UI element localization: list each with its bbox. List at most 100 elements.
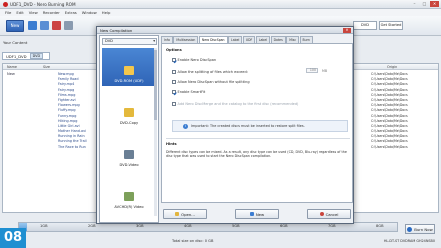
maximize-button[interactable]: □ [420,1,429,7]
new-label: New [255,211,265,217]
menu-view[interactable]: View [29,10,38,15]
tab-nero-discspan[interactable]: Nero DiscSpan [198,36,228,43]
origin-cell: C:\Users\Data\Me\Docs [371,108,408,113]
tab-info[interactable]: Info [161,36,173,43]
new-button[interactable]: New [235,209,279,219]
capacity-tick: 8GB [376,224,384,228]
tab-label-2[interactable]: Label [255,36,271,43]
origin-cell: C:\Users\Data\Me\Docs [371,118,408,123]
important-note: i Important: The created discs must be i… [172,120,348,132]
get-started-button[interactable]: Get Started [379,21,403,30]
checkbox[interactable] [172,80,176,84]
compilation-tab[interactable]: UDF1_DVD DVD [2,52,50,60]
disc-type-value: DVD [105,39,113,43]
option-without-splitting[interactable]: Allow Nero DiscSpan without file splitti… [172,80,250,84]
step-number-badge: 08 [0,228,26,248]
origin-cell: C:\Users\Data\Me\Docs [371,72,408,76]
capacity-tick: 2GB [88,224,96,228]
note-text: Important: The created discs must be ins… [191,124,305,128]
type-dvd-video[interactable]: DVD-Video [102,132,156,170]
close-window-button[interactable]: ✕ [430,1,439,7]
list-item[interactable]: Running the Trail [58,139,87,143]
copy-icon[interactable] [64,21,73,30]
tab-udf[interactable]: UDF [242,36,256,43]
type-avchd-video[interactable]: AVCHD(R) Video [102,174,156,212]
split-size-input[interactable]: 100 [306,68,318,73]
checkbox[interactable] [172,70,176,74]
compilation-type-panel: DVD ▾ DVD-ROM (UDF) DVD-Copy DVD-Video A… [99,35,159,223]
tree-root[interactable]: New [7,72,15,76]
disc-copy-icon [124,108,134,117]
option-label: Enable SmartFit [177,90,206,94]
new-compilation-button[interactable]: New [6,20,24,32]
nero-logo-icon [3,1,8,7]
list-item[interactable]: Funny.mpg [58,114,87,118]
option-enable-discspan[interactable]: Enable Nero DiscSpan [172,58,216,62]
header-size[interactable]: Size [43,65,50,69]
menu-window[interactable]: Window [82,10,97,15]
content-label: Your Content [3,40,28,45]
list-item[interactable]: Fairy.mp4 [58,82,87,86]
checkbox[interactable] [172,90,176,94]
origin-cell: C:\Users\Data\Me\Docs [371,129,408,134]
list-item[interactable]: Fairy.mpg [58,88,87,92]
burn-now-button[interactable]: Burn Now [405,224,435,234]
cancel-button[interactable]: Cancel [307,209,351,219]
header-origin[interactable]: Origin [387,65,397,69]
menu-file[interactable]: File [5,10,11,15]
type-list-scrollbar[interactable] [154,48,157,216]
type-dvd-copy[interactable]: DVD-Copy [102,90,156,128]
list-item[interactable]: Films.mpg [58,93,87,97]
hint-text: Different disc types can be mixed. As a … [166,150,347,159]
list-item[interactable]: Running in Rain [58,134,87,138]
section-divider [166,138,350,139]
list-item[interactable]: The Race to Run [58,145,87,149]
open-button[interactable]: Open... [163,209,207,219]
tab-misc[interactable]: Misc [286,36,300,43]
tab-multisession[interactable]: Multisession [173,36,199,43]
menu-edit[interactable]: Edit [16,10,23,15]
type-dvd-rom-udf[interactable]: DVD-ROM (UDF) [102,48,156,86]
minimize-button[interactable]: – [410,1,419,7]
checkbox[interactable] [172,58,176,62]
capacity-tick: 3GB [136,224,144,228]
option-enable-smartfit[interactable]: Enable SmartFit [172,90,205,94]
dialog-close-button[interactable]: ✕ [343,28,351,33]
window-title: UDF1_DVD - Nero Burning ROM [10,1,76,7]
menu-extras[interactable]: Extras [65,10,77,15]
list-item[interactable]: Fluffy.mpg [58,108,87,112]
new-compilation-dialog: New Compilation ✕ DVD ▾ DVD-ROM (UDF) DV… [96,26,354,224]
list-item[interactable]: Flowers.mpg [58,103,87,107]
menu-bar: File Edit View Recorder Extras Window He… [0,9,441,16]
tab-label[interactable]: Label [228,36,243,43]
type-label: DVD-Copy [119,121,139,125]
window-controls: – □ ✕ [410,1,439,7]
folder-disc-icon [124,66,134,75]
disc-type-select[interactable]: DVD ▾ [102,38,157,45]
burn-icon[interactable] [52,21,61,30]
menu-help[interactable]: Help [102,10,111,15]
file-names: New.mpg Family Road Fairy.mp4 Fairy.mpg … [58,72,87,149]
header-name[interactable]: Name [7,65,17,69]
burn-disc-icon [407,226,413,232]
menu-recorder[interactable]: Recorder [43,10,60,15]
tab-dates[interactable]: Dates [270,36,286,43]
list-item[interactable]: Mother Hand.avi [58,129,87,133]
list-item[interactable]: Little Girl.avi [58,124,87,128]
list-item[interactable]: Fighter.avi [58,98,87,102]
recorder-select[interactable]: DVD [353,21,377,30]
tab-burn[interactable]: Burn [299,36,313,43]
save-icon[interactable] [40,21,49,30]
compilation-type-list: DVD-ROM (UDF) DVD-Copy DVD-Video AVCHD(R… [102,48,156,218]
open-icon[interactable] [28,21,37,30]
capacity-tick: 4GB [184,224,192,228]
list-item[interactable]: Family Road [58,77,87,81]
option-add-discmerge[interactable]: Add Nero DiscMerge and the catalog to th… [172,102,298,106]
recorder-label: HL-DT-ST DVDRAM GH24NSB0 [383,239,435,243]
checkbox[interactable] [172,102,176,106]
list-item[interactable]: Hiking.mpg [58,119,87,123]
list-item[interactable]: New.mpg [58,72,87,76]
disc-type-tag: DVD [29,53,44,59]
option-allow-splitting[interactable]: Allow the splitting of files which excee… [172,70,248,74]
dialog-tabs: Info Multisession Nero DiscSpan Label UD… [161,36,353,43]
